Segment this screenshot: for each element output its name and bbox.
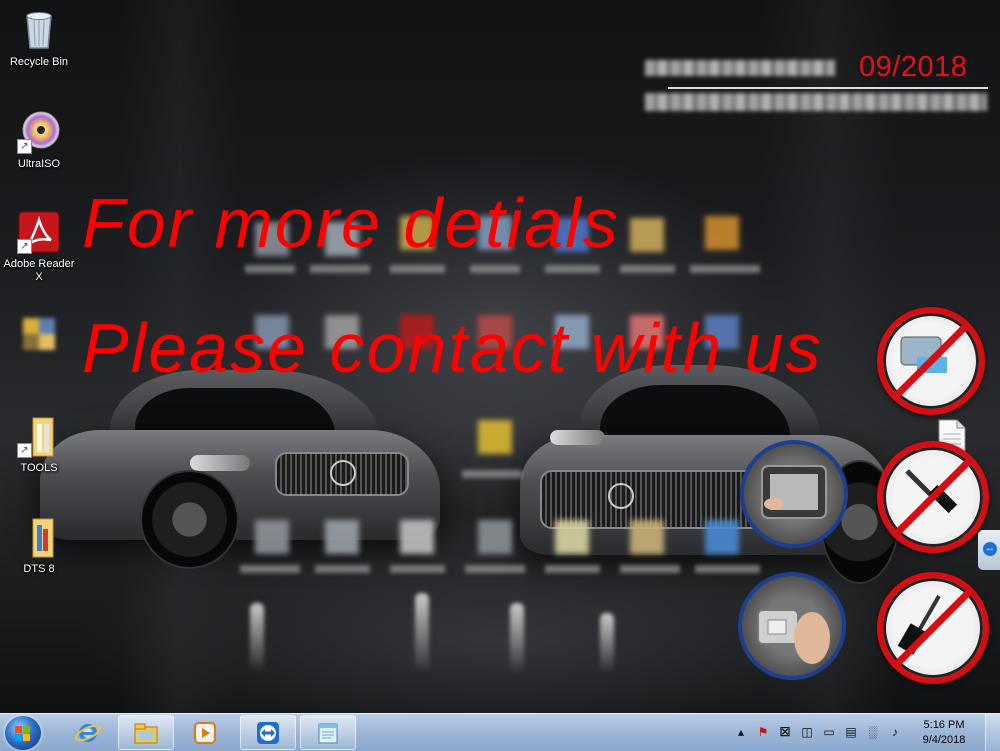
- blurred-label: [245, 265, 295, 273]
- blurred-label: [390, 565, 445, 573]
- blurred-label: [240, 565, 300, 573]
- volume-icon[interactable]: ♪: [888, 725, 902, 739]
- taskbar-internet-explorer[interactable]: [60, 715, 116, 750]
- blurred-label: [465, 565, 525, 573]
- desktop-icon-label: DTS 8: [23, 563, 55, 575]
- notepad-icon: [318, 723, 338, 744]
- blurred-app-icon[interactable]: [325, 520, 359, 554]
- floor-reflection: [250, 603, 264, 673]
- desktop-icon-dts8[interactable]: DTS 8: [0, 515, 78, 576]
- blurred-label: [545, 265, 600, 273]
- media-player-icon: [194, 722, 216, 744]
- promo-line-2: Please contact with us: [82, 309, 823, 387]
- blurred-app-icon[interactable]: [255, 520, 289, 554]
- remote-icon[interactable]: ◫: [800, 725, 814, 739]
- taskbar-windows-explorer[interactable]: [118, 715, 174, 750]
- teamviewer-icon: [257, 722, 279, 744]
- taskbar: ▴ ⚑ ☒ ◫ ▭ ▤ ░ ♪ 5:16 PM 9/4/2018: [0, 713, 1000, 751]
- blurred-app-icon[interactable]: [555, 520, 589, 554]
- clock-date: 9/4/2018: [922, 734, 966, 746]
- blurred-app-icon[interactable]: [478, 520, 512, 554]
- windows-explorer-icon: [134, 723, 158, 744]
- device-icon[interactable]: ▤: [844, 725, 858, 739]
- blurred-app-icon[interactable]: [630, 520, 664, 554]
- divider: [668, 87, 988, 89]
- diagnostic-tablet-icon: [740, 440, 848, 548]
- blurred-label: [462, 470, 522, 478]
- blurred-label: [390, 265, 445, 273]
- start-button[interactable]: [5, 716, 41, 750]
- desktop-icon-label: Recycle Bin: [9, 56, 69, 68]
- recycle-bin-icon: [17, 8, 61, 52]
- blurred-app-icon[interactable]: [705, 216, 739, 250]
- blurred-label: [315, 565, 370, 573]
- blurred-label: [620, 265, 675, 273]
- blurred-label: [620, 565, 680, 573]
- desktop-icon-label: Adobe Reader X: [3, 258, 75, 283]
- blurred-app-icon[interactable]: [705, 520, 739, 554]
- network-x-icon[interactable]: ☒: [778, 725, 792, 739]
- signal-bars-icon[interactable]: ░: [866, 725, 880, 739]
- internet-explorer-icon: [75, 724, 101, 742]
- adobe-reader-icon: ↗: [17, 210, 61, 254]
- desktop-icon-blurred-app[interactable]: [0, 312, 78, 360]
- floor-reflection: [510, 603, 524, 673]
- shortcut-arrow-icon: ↗: [17, 239, 32, 254]
- shortcut-arrow-icon: ↗: [17, 443, 32, 458]
- blurred-label: [690, 265, 760, 273]
- blurred-app-icon[interactable]: [400, 520, 434, 554]
- taskbar-notepad[interactable]: [300, 715, 356, 750]
- folder-icon: ↗: [17, 414, 61, 458]
- blurred-app-icon[interactable]: [630, 218, 664, 252]
- clock-time: 5:16 PM: [923, 719, 965, 731]
- blurred-app-icon[interactable]: [478, 420, 512, 454]
- promo-line-1: For more detials: [82, 184, 620, 262]
- keyboard-icon[interactable]: ▭: [822, 725, 836, 739]
- desktop-icon-recycle-bin[interactable]: Recycle Bin: [0, 8, 78, 69]
- action-center-flag-icon[interactable]: ⚑: [756, 725, 770, 739]
- show-desktop-button[interactable]: [985, 714, 1000, 751]
- floor-reflection: [415, 593, 429, 673]
- desktop-icon-tools[interactable]: ↗ TOOLS: [0, 414, 78, 475]
- windows-logo-icon: [15, 726, 31, 741]
- taskbar-clock[interactable]: 5:16 PM 9/4/2018: [914, 718, 974, 748]
- blurred-label: [310, 265, 370, 273]
- prohibited-screwdriver-icon: [877, 441, 989, 553]
- blurred-label: [695, 565, 760, 573]
- taskbar-media-player[interactable]: [177, 715, 233, 750]
- floor-reflection: [600, 613, 614, 673]
- hand-press-button-icon: [738, 572, 846, 680]
- prohibited-touch-icon: [877, 307, 985, 415]
- version-date: 09/2018: [859, 51, 968, 83]
- desktop-icon-label: UltraISO: [17, 158, 61, 170]
- blurred-text: [645, 93, 987, 111]
- folder-icon: [17, 515, 61, 559]
- teamviewer-side-tab[interactable]: ↔: [978, 530, 1000, 570]
- blurred-app-icon: [17, 312, 61, 356]
- teamviewer-icon: ↔: [983, 542, 997, 556]
- left-car-image: [40, 370, 450, 570]
- taskbar-teamviewer[interactable]: [240, 715, 296, 750]
- blurred-label: [470, 265, 520, 273]
- ultraiso-icon: ↗: [17, 110, 61, 154]
- blurred-label: [545, 565, 600, 573]
- desktop-icon-adobe-reader[interactable]: ↗ Adobe Reader X: [0, 210, 78, 284]
- show-hidden-icons-arrow-icon[interactable]: ▴: [734, 725, 748, 739]
- shortcut-arrow-icon: ↗: [17, 139, 32, 154]
- desktop-icon-ultraiso[interactable]: ↗ UltraISO: [0, 110, 78, 171]
- prohibited-soldering-icon: [877, 572, 989, 684]
- blurred-text: [645, 60, 835, 76]
- desktop-icon-label: TOOLS: [20, 462, 58, 474]
